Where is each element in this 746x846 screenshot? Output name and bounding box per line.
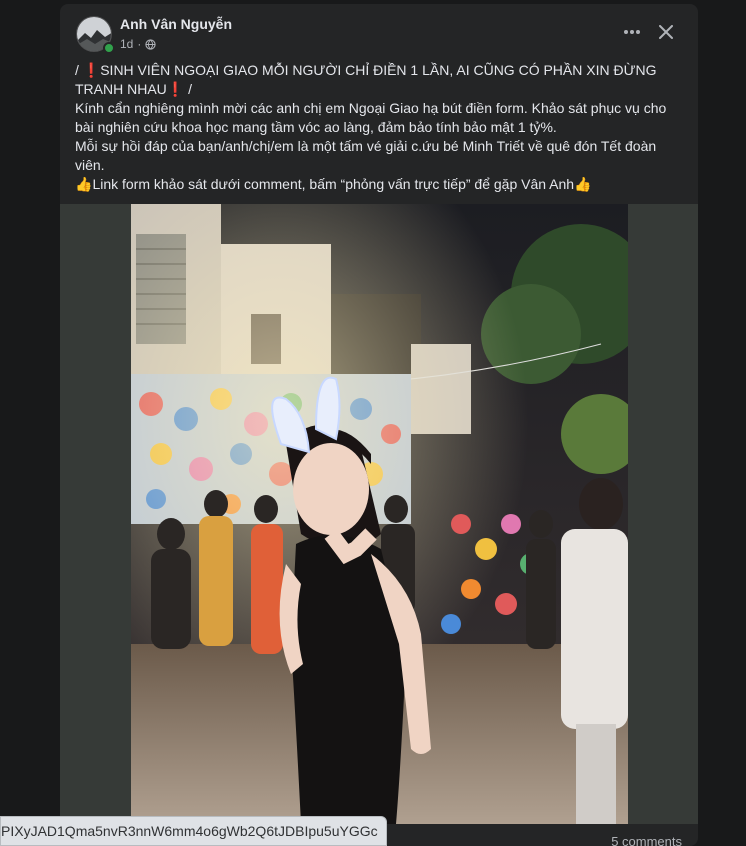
status-url-tooltip: PIXyJAD1Qma5nvR3nnW6mm4o6gWb2Q6tJDBIpu5u… [0, 816, 387, 846]
post-time[interactable]: 1d [120, 37, 133, 51]
post-message: / ❗SINH VIÊN NGOẠI GIAO MỖI NGƯỜI CHỈ ĐI… [75, 61, 687, 194]
author-name[interactable]: Anh Vân Nguyễn [120, 16, 232, 32]
post-paragraph: Mỗi sự hồi đáp của bạn/anh/chị/em là một… [75, 138, 657, 173]
post-headline: / ❗SINH VIÊN NGOẠI GIAO MỖI NGƯỜI CHỈ ĐI… [75, 62, 657, 97]
post-paragraph: 👍Link form khảo sát dưới comment, bấm “p… [75, 176, 592, 192]
post-meta: 1d · [120, 37, 156, 51]
more-horizontal-icon [624, 30, 640, 34]
thumbs-up-icon: 👍 [75, 176, 93, 192]
post-card: Anh Vân Nguyễn 1d · / ❗SINH VIÊN NGOẠI G… [60, 4, 698, 846]
post-photo[interactable] [131, 204, 628, 824]
post-media [60, 204, 698, 824]
post-paragraph: Kính cẩn nghiêng mình mời các anh chị em… [75, 100, 667, 135]
globe-icon[interactable] [145, 38, 156, 50]
exclamation-icon: ❗ [166, 81, 185, 97]
night-street-photo [131, 204, 628, 824]
online-status-dot [103, 42, 115, 54]
thumbs-up-icon: 👍 [574, 176, 592, 192]
close-icon [659, 25, 673, 39]
comments-count[interactable]: 5 comments [611, 834, 682, 846]
post-header: Anh Vân Nguyễn 1d · [60, 4, 698, 60]
exclamation-icon: ❗ [82, 62, 101, 78]
more-options-button[interactable] [618, 20, 646, 44]
close-button[interactable] [654, 20, 678, 44]
